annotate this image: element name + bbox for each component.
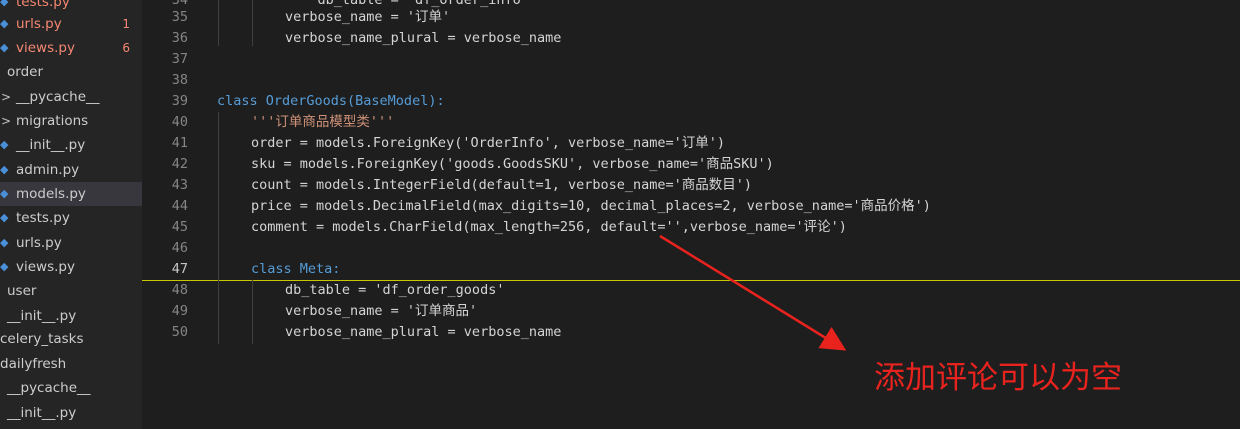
annotation-text: 添加评论可以为空 — [874, 360, 1122, 396]
